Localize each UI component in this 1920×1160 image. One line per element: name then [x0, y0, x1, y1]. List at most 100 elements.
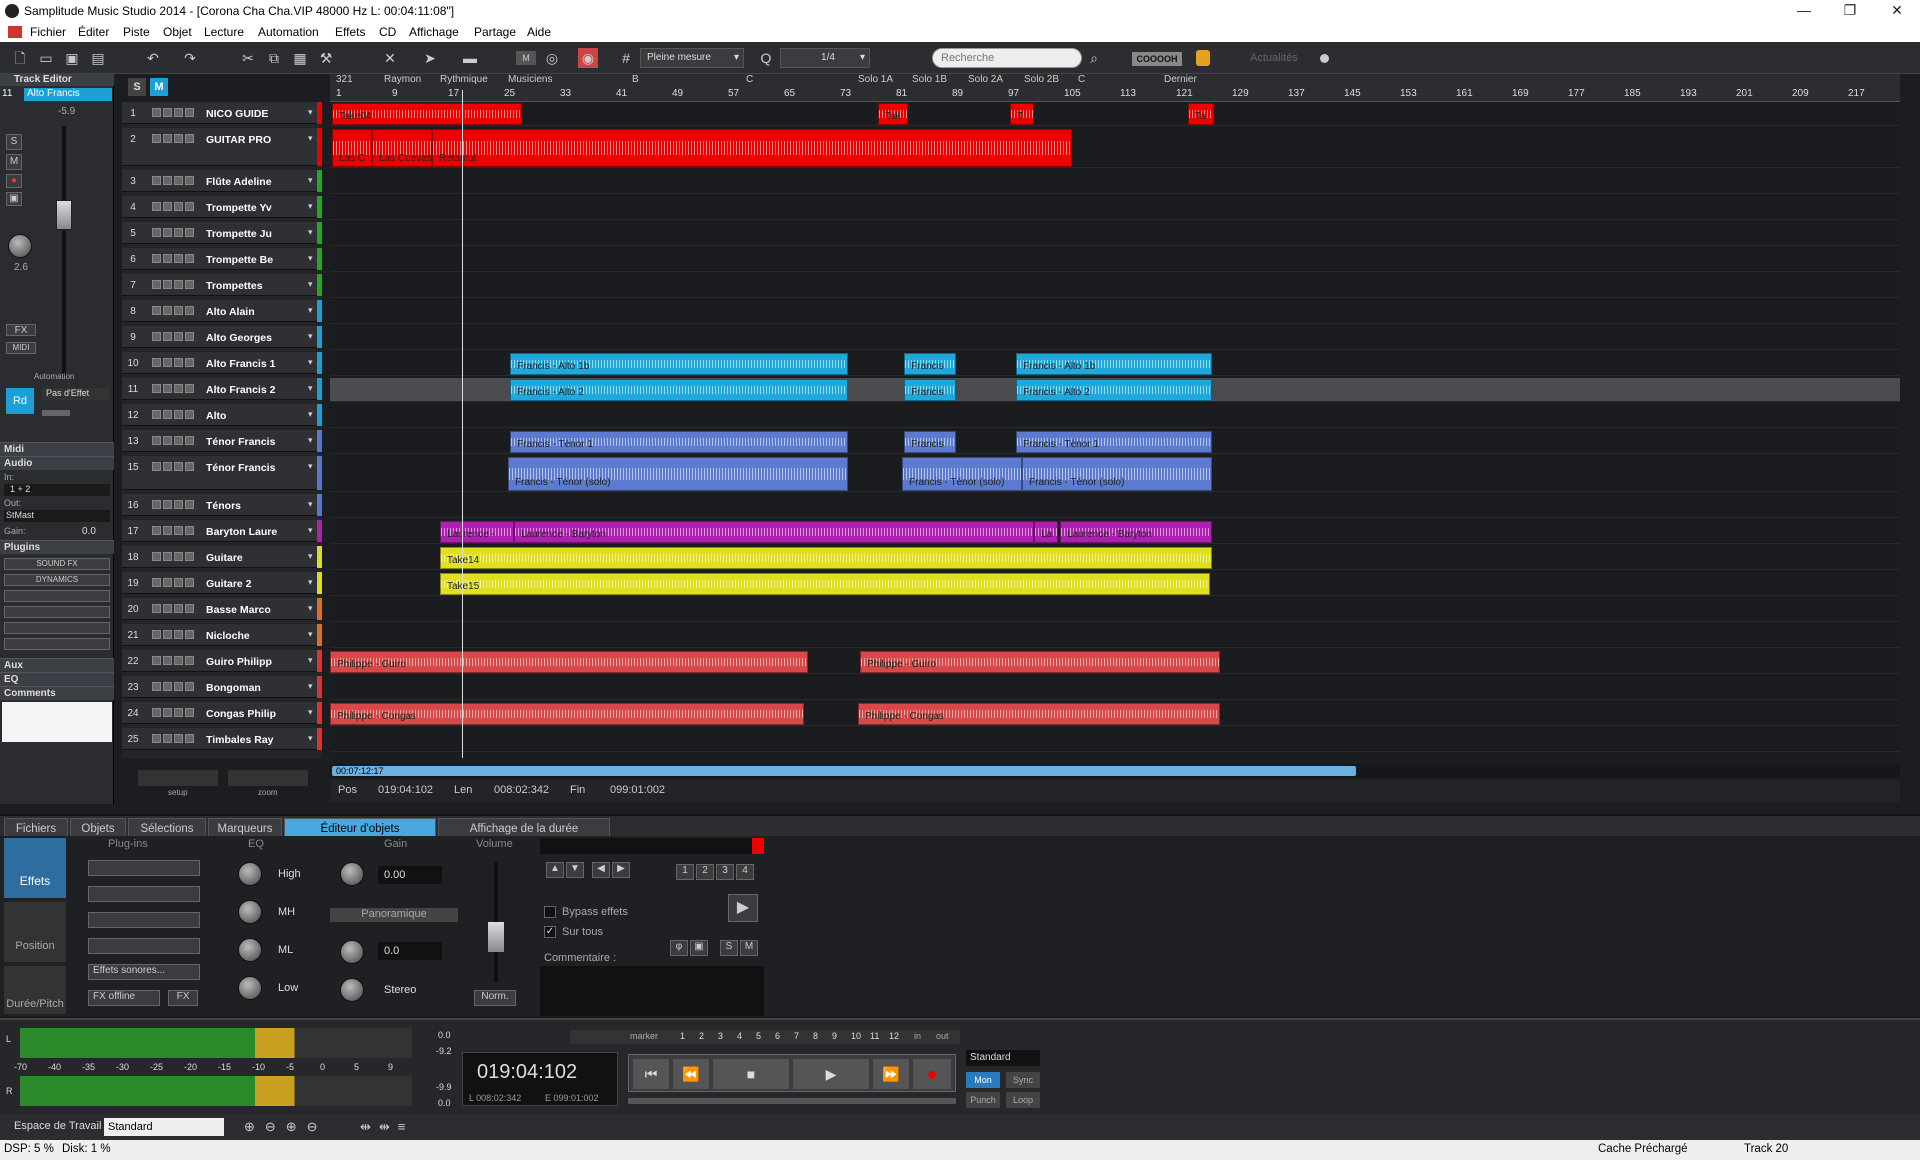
- monitor-button[interactable]: [185, 202, 194, 211]
- chevron-down-icon[interactable]: ▾: [308, 603, 313, 614]
- dynamics-slot[interactable]: DYNAMICS: [4, 574, 110, 586]
- chevron-down-icon[interactable]: ▾: [308, 461, 313, 472]
- mute-button[interactable]: [163, 254, 172, 263]
- monitor-button[interactable]: [185, 134, 194, 143]
- app-menu-icon[interactable]: [8, 26, 22, 38]
- track-name[interactable]: Guitare: [206, 552, 306, 564]
- arrange-window[interactable]: Take04 Tak T Ta Las C Las Cuevas Retampl Franci…: [330, 102, 1900, 758]
- mute-button[interactable]: [163, 410, 172, 419]
- arm-button[interactable]: [174, 656, 183, 665]
- mute-button[interactable]: [163, 500, 172, 509]
- mute-button[interactable]: [163, 734, 172, 743]
- chevron-down-icon[interactable]: ▾: [308, 383, 313, 394]
- grid-select[interactable]: 1/4 ▾: [780, 48, 870, 68]
- track-buttons[interactable]: [152, 228, 202, 238]
- out-marker-label[interactable]: out: [936, 1031, 949, 1041]
- monitor-button[interactable]: [185, 526, 194, 535]
- move-left-icon[interactable]: ◀: [592, 862, 610, 878]
- track-lane[interactable]: [330, 102, 1900, 126]
- solo-button[interactable]: [152, 108, 161, 117]
- news-label[interactable]: Actualités: [1250, 52, 1298, 64]
- menu-lecture[interactable]: Lecture: [204, 25, 244, 39]
- arm-button[interactable]: [174, 134, 183, 143]
- arm-button[interactable]: [174, 526, 183, 535]
- marker-7[interactable]: Solo 1B: [912, 74, 947, 85]
- chevron-down-icon[interactable]: ▾: [308, 435, 313, 446]
- menu-objet[interactable]: Objet: [163, 25, 192, 39]
- track-header[interactable]: 25 Timbales Ray ▾: [122, 728, 322, 750]
- audio-clip[interactable]: Francis: [904, 431, 956, 453]
- section-eq[interactable]: EQ: [0, 672, 114, 686]
- track-lane[interactable]: [330, 624, 1900, 648]
- menu-partage[interactable]: Partage: [474, 25, 516, 39]
- track-buttons[interactable]: [152, 462, 202, 472]
- mute-button[interactable]: [163, 552, 172, 561]
- arm-button[interactable]: [174, 280, 183, 289]
- track-name[interactable]: Congas Philip: [206, 708, 306, 720]
- tab-time-display[interactable]: Affichage de la durée: [438, 818, 610, 838]
- arm-button[interactable]: [174, 734, 183, 743]
- sound-fx-slot[interactable]: SOUND FX: [4, 558, 110, 570]
- monitor-button[interactable]: [185, 630, 194, 639]
- track-header[interactable]: 3 Flûte Adeline ▾: [122, 170, 322, 192]
- track-buttons[interactable]: [152, 630, 202, 640]
- track-buttons[interactable]: [152, 332, 202, 342]
- chevron-down-icon[interactable]: ▾: [308, 227, 313, 238]
- obj-page-2[interactable]: 2: [696, 864, 714, 880]
- marker-5[interactable]: C: [746, 74, 753, 85]
- track-header[interactable]: 5 Trompette Ju ▾: [122, 222, 322, 244]
- effets-sonores-button[interactable]: Effets sonores...: [88, 964, 200, 980]
- preview-play-icon[interactable]: ▶: [728, 894, 758, 922]
- solo-button[interactable]: [152, 176, 161, 185]
- marker-11[interactable]: Dernier: [1164, 74, 1197, 85]
- mute-button[interactable]: [163, 682, 172, 691]
- marker-1[interactable]: Raymon: [384, 74, 421, 85]
- solo-button[interactable]: [152, 552, 161, 561]
- solo-button[interactable]: [152, 358, 161, 367]
- section-audio[interactable]: Audio: [0, 456, 114, 470]
- solo-button[interactable]: [152, 410, 161, 419]
- monitor-button[interactable]: [185, 578, 194, 587]
- menu-editer[interactable]: Éditer: [78, 25, 109, 39]
- audio-clip[interactable]: Las C: [332, 129, 372, 167]
- monitor-button[interactable]: [185, 306, 194, 315]
- track-buttons[interactable]: [152, 436, 202, 446]
- track-name[interactable]: Alto Georges: [206, 332, 306, 344]
- audio-clip[interactable]: Francis: [904, 379, 956, 401]
- solo-button[interactable]: [152, 436, 161, 445]
- time-display[interactable]: 019:04:102 L 008:02:342 E 099:01:002: [462, 1052, 618, 1106]
- track-name[interactable]: Trompette Be: [206, 254, 306, 266]
- grid-icon[interactable]: #: [616, 48, 636, 68]
- menu-aide[interactable]: Aide: [527, 25, 551, 39]
- track-name[interactable]: Trompettes: [206, 280, 306, 292]
- arm-button[interactable]: [174, 108, 183, 117]
- eq-mh-knob[interactable]: [238, 900, 262, 924]
- setup-buttons[interactable]: [138, 770, 218, 786]
- mute-button[interactable]: [163, 656, 172, 665]
- marker-number-button[interactable]: 10: [851, 1031, 861, 1041]
- loop-button[interactable]: Loop: [1006, 1092, 1040, 1108]
- track-header[interactable]: 19 Guitare 2 ▾: [122, 572, 322, 594]
- mute-button[interactable]: [163, 280, 172, 289]
- menu-fichier[interactable]: Fichier: [30, 25, 66, 39]
- track-buttons[interactable]: [152, 500, 202, 510]
- marker-10[interactable]: C: [1078, 74, 1085, 85]
- track-header[interactable]: 18 Guitare ▾: [122, 546, 322, 568]
- track-name[interactable]: Trompette Yv: [206, 202, 306, 214]
- marker-number-button[interactable]: 11: [870, 1031, 879, 1041]
- chevron-down-icon[interactable]: ▾: [308, 409, 313, 420]
- stereo-knob[interactable]: [340, 978, 364, 1002]
- obj-plugin-slot-1[interactable]: [88, 860, 200, 876]
- mute-button[interactable]: [163, 228, 172, 237]
- keyboard-icon[interactable]: [1196, 50, 1210, 66]
- audio-clip[interactable]: Ta: [1188, 103, 1214, 125]
- track-name[interactable]: Alto Francis 1: [206, 358, 306, 370]
- track-header[interactable]: 2 GUITAR PRO ▾: [122, 128, 322, 166]
- mute-button[interactable]: [163, 462, 172, 471]
- mute-button[interactable]: [163, 306, 172, 315]
- track-header[interactable]: 24 Congas Philip ▾: [122, 702, 322, 724]
- audio-clip[interactable]: Laurence -: [440, 521, 514, 543]
- track-name[interactable]: NICO GUIDE: [206, 108, 306, 120]
- track-header[interactable]: 12 Alto ▾: [122, 404, 322, 426]
- audio-clip[interactable]: Francis - Alto 2: [510, 379, 848, 401]
